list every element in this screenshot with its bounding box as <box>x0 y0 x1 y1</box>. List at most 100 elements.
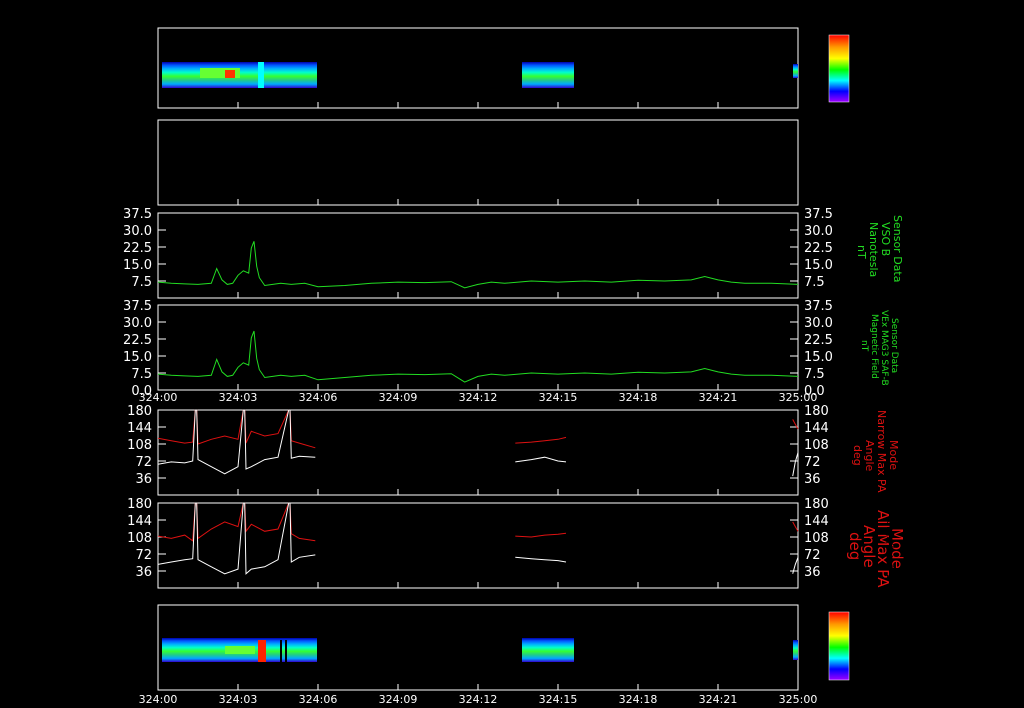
narrow-pa-series-1-segment-1 <box>515 456 567 463</box>
panel3-right-label: Sensor Data VSO B Nanotesla nT <box>855 215 904 282</box>
panel5-frame <box>157 409 799 496</box>
xtick-mid-4: 324:12 <box>459 391 498 404</box>
right-units-bottom: ergs/(cm**2-sr-sec-eV) <box>884 520 895 634</box>
all-pa-ytick-left-2: 108 <box>127 531 152 546</box>
all-pa-series-0-segment-0 <box>157 502 316 542</box>
cb1-tick-2: 10⁻⁸ <box>852 94 870 103</box>
cb2-tick-2: 10⁻⁸ <box>852 673 870 682</box>
p1-ylabel-a: Electron Energy <box>85 36 95 108</box>
btot-ytick-left-0: 37.5 <box>123 207 152 222</box>
p5-right-3: deg <box>851 445 864 466</box>
right-units-top: ergs/(cm**2-sr-sec-eV) <box>884 4 895 118</box>
panel5-right-label: Mode Narrow Max PA Angle deg <box>851 410 900 493</box>
panel3-frame <box>157 212 799 299</box>
mag3-ytick-left-2: 22.5 <box>123 333 152 348</box>
xtick-bottom-4: 324:12 <box>459 693 498 706</box>
panel7-spectrogram <box>162 638 798 662</box>
data-lines <box>157 241 799 575</box>
narrow-pa-series-1-segment-2 <box>792 452 799 477</box>
panel6-right-label: Mode All Max PA Angle deg <box>846 510 906 588</box>
xtick-bottom-2: 324:06 <box>299 693 338 706</box>
mag3-ytick-left-0: 37.5 <box>123 299 152 314</box>
narrow-pa-ytick-left-0: 180 <box>127 404 152 419</box>
narrow-pa-series-1-segment-0 <box>157 409 316 475</box>
p4-right-3: nT <box>859 340 869 352</box>
all-pa-ytick-left-1: 144 <box>127 514 152 529</box>
p1-ylabel-b: eV <box>96 67 106 80</box>
p7-ylabel-b: eV <box>96 647 106 660</box>
all-pa-ytick-right-2: 108 <box>804 531 829 546</box>
btot-ytick-right-3: 15.0 <box>804 258 833 273</box>
mag3-ytick-right-2: 22.5 <box>804 333 833 348</box>
p7-ylabel-a: Electron Energy <box>85 618 95 690</box>
p7-ytick-1: 10³ <box>125 621 147 636</box>
xtick-bottom-8: 325:00 <box>779 693 818 706</box>
all-pa-ytick-right-0: 180 <box>804 497 829 512</box>
panel1-spectrogram <box>162 62 798 88</box>
plot-canvas: VEx ELS-06 LR VEx ELS-06 HR NO DATA ergs… <box>58 3 906 706</box>
xtick-bottom-6: 324:18 <box>619 693 658 706</box>
all-pa-series-1-segment-1 <box>515 556 567 563</box>
colorbar2-title: El <box>836 599 845 610</box>
narrow-pa-ytick-left-3: 72 <box>135 455 152 470</box>
p5-left-3: deg <box>96 447 109 468</box>
p3-left-3: nT <box>96 258 109 272</box>
panel1-yaxis: 10⁴ 10³ 10² 10 Electron Energy eV <box>85 29 147 108</box>
xtick-mid-5: 324:15 <box>539 391 578 404</box>
panel2-frame <box>157 119 799 206</box>
panel2-no-data: NO DATA <box>125 124 145 200</box>
all-pa-ytick-left-4: 36 <box>135 565 152 580</box>
xtick-bottom-5: 324:15 <box>539 693 578 706</box>
btot-ytick-left-2: 22.5 <box>123 241 152 256</box>
cb2-tick-0: 10⁻⁴ <box>852 615 870 624</box>
p4-left-3: nT <box>93 343 103 355</box>
p7-ytick-0: 10⁴ <box>125 603 147 618</box>
panel4-left-label: Sensor Data VEx MAG3 SAF-B Magnetic Fiel… <box>63 312 103 388</box>
all-pa-series-0-segment-2 <box>792 521 799 532</box>
colorbar1-title: El <box>836 22 845 33</box>
p6-left-3: deg <box>98 535 116 563</box>
all-pa-series-0-segment-1 <box>515 532 567 538</box>
panel5-left-label: Mode Narrow Min PA Angle deg <box>60 415 109 495</box>
narrow-pa-ytick-left-2: 108 <box>127 438 152 453</box>
mag3-ytick-right-5: 0.0 <box>804 384 825 399</box>
p4-right-1: VEx MAG3 SAF-B <box>879 310 889 386</box>
btot-ytick-right-1: 30.0 <box>804 224 833 239</box>
btot-ytick-left-4: 7.5 <box>131 275 152 290</box>
p4-right-2: Magnetic Field <box>869 314 879 379</box>
all-pa-ytick-right-4: 36 <box>804 565 821 580</box>
xtick-bottom-3: 324:09 <box>379 693 418 706</box>
narrow-pa-ytick-right-3: 72 <box>804 455 821 470</box>
p1-ytick-1: 10³ <box>125 46 147 61</box>
p4-left-2: Magnetic Field <box>83 320 93 385</box>
narrow-pa-ytick-right-1: 144 <box>804 421 829 436</box>
panel7-title: VEx ELS 85 deg PA Regular <box>162 592 311 605</box>
xtick-bottom-7: 324:21 <box>699 693 738 706</box>
p7-ytick-2: 10² <box>125 639 147 654</box>
xtick-mid-3: 324:09 <box>379 391 418 404</box>
p4-left-1: VEx MAG3 SAF-B <box>73 312 83 388</box>
p7-ytick-3: 10¹ <box>125 657 147 672</box>
xtick-mid-7: 324:21 <box>699 391 738 404</box>
mag3-ytick-left-5: 0.0 <box>131 384 152 399</box>
all-pa-ytick-right-1: 144 <box>804 514 829 529</box>
mag3-ytick-right-4: 7.5 <box>804 367 825 382</box>
all-pa-ytick-left-3: 72 <box>135 548 152 563</box>
btot-ytick-right-2: 22.5 <box>804 241 833 256</box>
p1-ytick-0: 10⁴ <box>125 29 147 44</box>
xtick-mid-2: 324:06 <box>299 391 338 404</box>
btot-ytick-right-4: 7.5 <box>804 275 825 290</box>
narrow-pa-ytick-left-1: 144 <box>127 421 152 436</box>
mag3-ytick-right-3: 15.0 <box>804 350 833 365</box>
narrow-pa-ytick-left-4: 36 <box>135 472 152 487</box>
no-data-top: NO DATA <box>722 8 798 28</box>
mag3-ytick-left-4: 7.5 <box>131 367 152 382</box>
mag3-ytick-right-1: 30.0 <box>804 316 833 331</box>
panel4-right-label: Sensor Data VEx MAG3 SAF-B Magnetic Fiel… <box>859 310 899 386</box>
xtick-bottom-1: 324:03 <box>219 693 258 706</box>
colorbar-top: El 10⁻⁴ 10⁻⁶ 10⁻⁸ <box>828 22 870 103</box>
mag3-ytick-left-3: 15.0 <box>123 350 152 365</box>
cb1-tick-1: 10⁻⁶ <box>852 65 870 74</box>
narrow-pa-series-0-segment-1 <box>515 436 567 444</box>
cb1-tick-0: 10⁻⁴ <box>852 37 870 46</box>
